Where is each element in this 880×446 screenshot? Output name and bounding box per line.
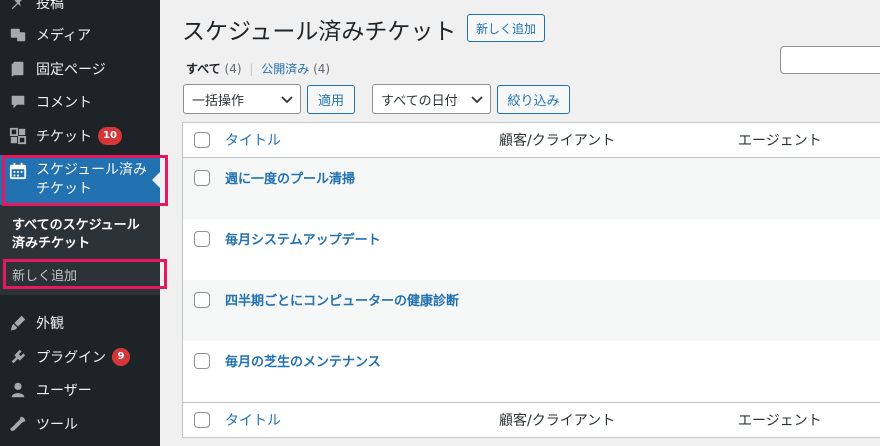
column-agent-footer: エージェント: [738, 413, 822, 429]
ticket-title-link[interactable]: 毎月システムアップデート: [225, 229, 381, 248]
column-client-footer: 顧客/クライアント: [499, 413, 616, 429]
filter-button[interactable]: 絞り込み: [497, 85, 570, 114]
submenu-label-line2: 済みチケット: [12, 236, 91, 251]
chevron-down-icon: [471, 96, 483, 104]
date-filter-value: すべての日付: [381, 93, 458, 109]
sidebar-item-label: チケット: [36, 129, 92, 145]
tickets-table: タイトル 顧客/クライアント エージェント 週に一度のプール清掃 毎月システムア…: [182, 122, 880, 438]
row-checkbox[interactable]: [194, 353, 210, 369]
plugin-icon: [8, 347, 28, 367]
apply-button[interactable]: 適用: [307, 85, 355, 114]
sidebar-item-scheduled-tickets[interactable]: スケジュール済み チケット: [0, 155, 160, 205]
row-checkbox[interactable]: [194, 292, 210, 308]
plugins-update-badge: 9: [112, 348, 130, 366]
sidebar-item-label: ツール: [36, 417, 78, 433]
grid-icon: [8, 126, 28, 146]
filter-separator: |: [249, 62, 254, 76]
page-icon: [8, 59, 28, 79]
sidebar-item-media[interactable]: メディア: [0, 18, 160, 52]
chevron-down-icon: [281, 96, 293, 104]
sidebar-item-label: 外観: [36, 316, 64, 332]
active-indicator-arrow: [152, 172, 160, 188]
table-header: タイトル 顧客/クライアント エージェント: [183, 123, 880, 158]
column-title[interactable]: タイトル: [225, 130, 281, 150]
submenu-label-line1: すべてのスケジュール: [12, 218, 140, 233]
scheduled-tickets-submenu: すべてのスケジュール 済みチケット 新しく追加: [0, 205, 160, 295]
comment-icon: [8, 92, 28, 112]
column-title-footer[interactable]: タイトル: [225, 410, 281, 430]
pin-icon: [8, 0, 28, 13]
sidebar-item-comments[interactable]: コメント: [0, 85, 160, 119]
column-client: 顧客/クライアント: [499, 133, 616, 149]
wrench-icon: [8, 414, 28, 434]
active-label-line2: チケット: [36, 181, 92, 197]
page-title: スケジュール済みチケット: [182, 19, 457, 45]
date-filter-select[interactable]: すべての日付: [372, 84, 491, 114]
filter-all-count: (4): [224, 62, 242, 76]
submenu-add-new[interactable]: 新しく追加: [12, 265, 77, 284]
sidebar-item-label: 投稿: [36, 0, 64, 12]
filter-all[interactable]: すべて: [186, 62, 221, 76]
tickets-count-badge: 10: [98, 127, 122, 145]
brush-icon: [8, 313, 28, 333]
sidebar-item-label: メディア: [36, 28, 92, 44]
submenu-all-scheduled-tickets[interactable]: すべてのスケジュール 済みチケット: [12, 217, 152, 253]
column-agent: エージェント: [738, 133, 822, 149]
user-icon: [8, 380, 28, 400]
sidebar-item-label: コメント: [36, 95, 92, 111]
sidebar-item-tools[interactable]: ツール: [0, 407, 160, 441]
table-row: 毎月の芝生のメンテナンス: [183, 341, 880, 402]
table-row: 毎月システムアップデート: [183, 219, 880, 280]
sidebar-item-label: プラグイン: [36, 350, 106, 366]
add-new-button[interactable]: 新しく追加: [467, 14, 546, 42]
table-row: 週に一度のプール清掃: [183, 158, 880, 219]
search-input[interactable]: [780, 46, 880, 74]
media-icon: [8, 25, 28, 45]
admin-sidebar: 投稿 メディア 固定ページ コメント チケット 10 スケジュール済み チケット…: [0, 0, 160, 446]
sidebar-item-users[interactable]: ユーザー: [0, 373, 160, 407]
select-all-checkbox[interactable]: [194, 132, 210, 148]
bulk-action-value: 一括操作: [192, 93, 245, 109]
row-checkbox[interactable]: [194, 231, 210, 247]
ticket-title-link[interactable]: 週に一度のプール清掃: [225, 168, 355, 187]
calendar-icon: [8, 161, 28, 181]
sidebar-item-tickets[interactable]: チケット 10: [0, 119, 160, 153]
sidebar-item-plugins[interactable]: プラグイン 9: [0, 340, 160, 374]
status-filters: すべて (4) | 公開済み (4): [186, 60, 330, 77]
main-content: スケジュール済みチケット 新しく追加 すべて (4) | 公開済み (4) 一括…: [160, 0, 880, 446]
ticket-title-link[interactable]: 四半期ごとにコンピューターの健康診断: [225, 290, 459, 309]
sidebar-item-label: スケジュール済み チケット: [36, 161, 147, 199]
active-label-line1: スケジュール済み: [36, 162, 148, 178]
sidebar-item-label: ユーザー: [36, 383, 92, 399]
filter-published-count: (4): [313, 62, 331, 76]
table-row: 四半期ごとにコンピューターの健康診断: [183, 280, 880, 341]
sidebar-item-pages[interactable]: 固定ページ: [0, 52, 160, 86]
row-checkbox[interactable]: [194, 170, 210, 186]
bulk-action-select[interactable]: 一括操作: [183, 84, 301, 114]
sidebar-item-appearance[interactable]: 外観: [0, 306, 160, 340]
sidebar-item-label: 固定ページ: [36, 62, 106, 78]
table-footer: タイトル 顧客/クライアント エージェント: [183, 402, 880, 437]
filter-published[interactable]: 公開済み: [261, 62, 309, 76]
sidebar-item-posts[interactable]: 投稿: [0, 0, 160, 20]
ticket-title-link[interactable]: 毎月の芝生のメンテナンス: [225, 351, 381, 370]
select-all-checkbox-footer[interactable]: [194, 412, 210, 428]
